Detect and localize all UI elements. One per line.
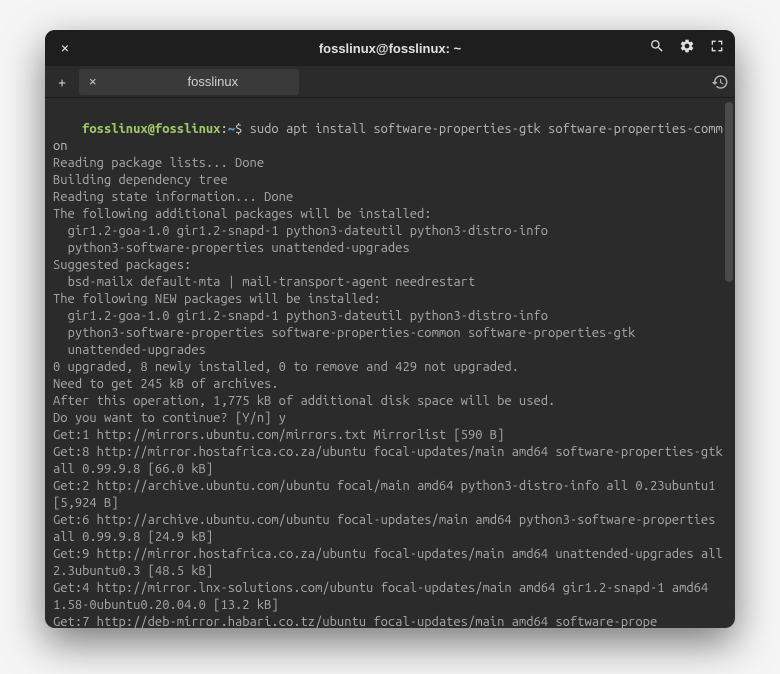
titlebar: × fosslinux@fosslinux: ~ [45,30,735,66]
output-line: bsd-mailx default-mta | mail-transport-a… [53,275,475,289]
output-line: Suggested packages: [53,258,191,272]
history-icon[interactable] [711,73,729,91]
output-line: unattended-upgrades [53,343,206,357]
output-line: Do you want to continue? [Y/n] y [53,411,286,425]
titlebar-actions [649,38,725,58]
output-line: Reading state information... Done [53,190,293,204]
prompt-dollar: $ [235,122,242,136]
tab-active[interactable]: × fosslinux [79,69,299,95]
output-line: gir1.2-goa-1.0 gir1.2-snapd-1 python3-da… [53,224,548,238]
window-title: fosslinux@fosslinux: ~ [319,41,461,56]
new-tab-button[interactable]: + [51,71,73,93]
output-line: The following additional packages will b… [53,207,432,221]
prompt-user-host: fosslinux@fosslinux [82,122,220,136]
tab-close-button[interactable]: × [89,74,97,89]
output-line: Get:1 http://mirrors.ubuntu.com/mirrors.… [53,428,504,442]
output-line: After this operation, 1,775 kB of additi… [53,394,555,408]
output-line: Get:6 http://archive.ubuntu.com/ubuntu f… [53,513,723,544]
terminal-window: × fosslinux@fosslinux: ~ + × fosslinux f… [45,30,735,628]
output-line: Building dependency tree [53,173,228,187]
output-line: Get:2 http://archive.ubuntu.com/ubuntu f… [53,479,723,510]
output-line: Need to get 245 kB of archives. [53,377,279,391]
gear-icon[interactable] [679,38,695,58]
prompt-separator: : [220,122,227,136]
output-line: 0 upgraded, 8 newly installed, 0 to remo… [53,360,519,374]
output-line: python3-software-properties unattended-u… [53,241,410,255]
output-line: Get:8 http://mirror.hostafrica.co.za/ubu… [53,445,730,476]
tab-bar: + × fosslinux [45,66,735,98]
terminal-output[interactable]: fosslinux@fosslinux:~$ sudo apt install … [45,98,735,628]
output-line: Reading package lists... Done [53,156,264,170]
output-line: gir1.2-goa-1.0 gir1.2-snapd-1 python3-da… [53,309,548,323]
prompt-path: ~ [228,122,235,136]
output-line: python3-software-properties software-pro… [53,326,635,340]
output-line: Get:4 http://mirror.lnx-solutions.com/ub… [53,581,715,612]
output-line: Get:7 http://deb-mirror.habari.co.tz/ubu… [53,615,657,628]
output-line: The following NEW packages will be insta… [53,292,381,306]
window-close-button[interactable]: × [55,39,75,57]
search-icon[interactable] [649,38,665,58]
scrollbar[interactable] [725,102,733,282]
output-line: Get:9 http://mirror.hostafrica.co.za/ubu… [53,547,730,578]
fullscreen-icon[interactable] [709,38,725,58]
tab-label: fosslinux [137,74,289,89]
